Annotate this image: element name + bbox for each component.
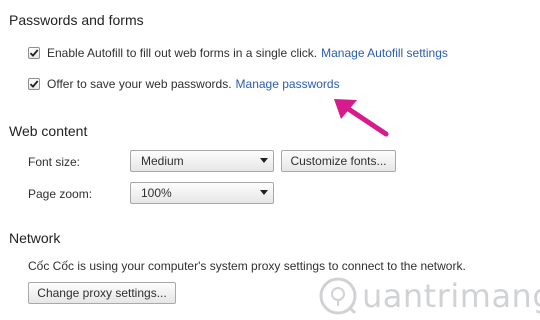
save-passwords-label: Offer to save your web passwords. bbox=[47, 77, 232, 91]
network-description: Cốc Cốc is using your computer's system … bbox=[28, 259, 466, 273]
font-size-value: Medium bbox=[141, 154, 184, 168]
font-size-select[interactable]: Medium bbox=[130, 150, 274, 172]
page-zoom-label: Page zoom: bbox=[28, 187, 93, 201]
autofill-checkbox[interactable] bbox=[28, 47, 40, 59]
chevron-down-icon bbox=[260, 190, 268, 195]
page-zoom-select[interactable]: 100% bbox=[130, 182, 274, 204]
change-proxy-button[interactable]: Change proxy settings... bbox=[28, 282, 176, 304]
chevron-down-icon bbox=[260, 158, 268, 163]
section-title-network: Network bbox=[9, 230, 61, 246]
manage-passwords-link[interactable]: Manage passwords bbox=[236, 77, 340, 91]
section-title-web-content: Web content bbox=[9, 123, 88, 139]
checkmark-icon bbox=[29, 49, 39, 57]
font-size-label: Font size: bbox=[28, 155, 81, 169]
page-zoom-value: 100% bbox=[141, 186, 172, 200]
watermark-logo-icon bbox=[319, 277, 357, 315]
watermark-text: uantrimang bbox=[362, 277, 540, 315]
autofill-row: Enable Autofill to fill out web forms in… bbox=[28, 46, 448, 60]
watermark: uantrimang bbox=[318, 272, 540, 320]
save-passwords-checkbox[interactable] bbox=[28, 78, 40, 90]
checkmark-icon bbox=[29, 80, 39, 88]
manage-autofill-link[interactable]: Manage Autofill settings bbox=[321, 46, 448, 60]
annotation-arrow-icon bbox=[334, 99, 389, 137]
autofill-label: Enable Autofill to fill out web forms in… bbox=[47, 46, 318, 60]
customize-fonts-button[interactable]: Customize fonts... bbox=[281, 150, 396, 172]
section-title-passwords: Passwords and forms bbox=[9, 12, 144, 28]
save-passwords-row: Offer to save your web passwords. Manage… bbox=[28, 77, 340, 91]
